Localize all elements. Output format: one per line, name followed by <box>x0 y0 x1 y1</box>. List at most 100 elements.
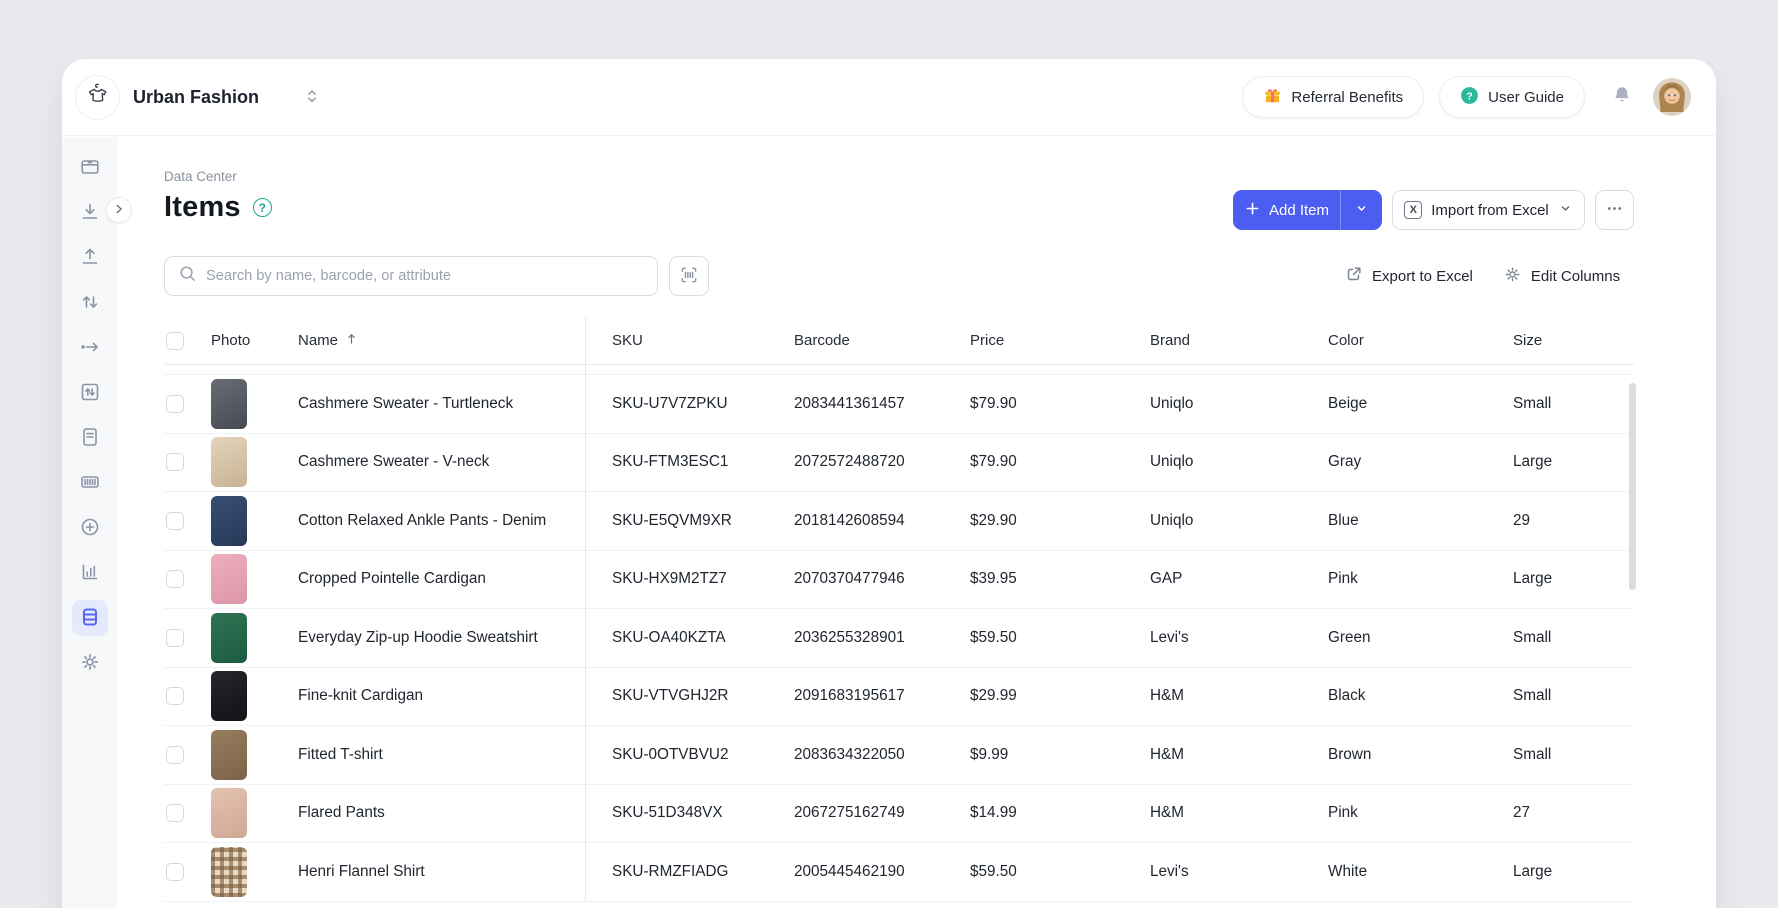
row-checkbox[interactable] <box>166 804 184 822</box>
user-guide-button[interactable]: ? User Guide <box>1439 76 1585 118</box>
table-row[interactable]: Fine-knit Cardigan SKU-VTVGHJ2R 20916831… <box>164 668 1634 727</box>
upload-icon <box>79 246 101 271</box>
move-out-icon <box>79 336 101 361</box>
item-brand: H&M <box>1123 746 1301 764</box>
export-to-excel-label: Export to Excel <box>1372 268 1473 285</box>
export-to-excel-button[interactable]: Export to Excel <box>1344 264 1473 288</box>
sidebar-item-upload[interactable] <box>72 240 108 276</box>
column-header-photo[interactable]: Photo <box>211 332 298 349</box>
column-header-size[interactable]: Size <box>1486 332 1634 349</box>
table-row[interactable]: Fitted T-shirt SKU-0OTVBVU2 208363432205… <box>164 726 1634 785</box>
column-header-name[interactable]: Name <box>298 331 585 350</box>
sidebar-item-stock-count[interactable] <box>72 375 108 411</box>
table-row[interactable]: Cashmere Sweater - V-neck SKU-FTM3ESC1 2… <box>164 434 1634 493</box>
item-brand: Levi's <box>1123 629 1301 647</box>
notifications-button[interactable] <box>1606 81 1638 113</box>
sidebar-item-transfer[interactable] <box>72 285 108 321</box>
row-checkbox[interactable] <box>166 629 184 647</box>
bell-icon <box>1610 84 1634 111</box>
row-checkbox[interactable] <box>166 863 184 881</box>
item-sku: SKU-51D348VX <box>585 804 767 822</box>
excel-file-icon: X <box>1404 201 1422 219</box>
item-barcode: 2018142608594 <box>767 512 943 530</box>
items-help-icon[interactable]: ? <box>253 198 272 217</box>
item-photo <box>211 379 247 429</box>
column-header-color[interactable]: Color <box>1301 332 1486 349</box>
table-row[interactable]: Cashmere Sweater - Turtleneck SKU-U7V7ZP… <box>164 375 1634 434</box>
row-checkbox[interactable] <box>166 687 184 705</box>
plus-icon <box>1244 200 1261 221</box>
item-size: Large <box>1486 863 1634 881</box>
table-row[interactable]: Cropped Pointelle Cardigan SKU-HX9M2TZ7 … <box>164 551 1634 610</box>
table-row[interactable]: Cotton Relaxed Ankle Pants - Denim SKU-E… <box>164 492 1634 551</box>
row-checkbox[interactable] <box>166 512 184 530</box>
item-barcode: 2005445462190 <box>767 863 943 881</box>
item-name: Cashmere Sweater - Turtleneck <box>298 395 585 413</box>
item-brand: Uniqlo <box>1123 512 1301 530</box>
item-sku: SKU-U7V7ZPKU <box>585 395 767 413</box>
scrolled-row-sliver <box>164 365 1634 375</box>
scan-barcode-button[interactable] <box>669 256 709 296</box>
table-header-row: Photo Name SKU Barcode Price Brand Color… <box>164 317 1634 365</box>
item-sku: SKU-HX9M2TZ7 <box>585 570 767 588</box>
page-title-row: Items ? <box>164 191 272 224</box>
row-checkbox[interactable] <box>166 453 184 471</box>
import-from-excel-button[interactable]: X Import from Excel <box>1392 190 1585 230</box>
column-header-price[interactable]: Price <box>943 332 1123 349</box>
edit-columns-button[interactable]: Edit Columns <box>1503 264 1620 288</box>
search-input[interactable] <box>206 268 644 284</box>
item-price: $29.90 <box>943 512 1123 530</box>
table-row[interactable]: Everyday Zip-up Hoodie Sweatshirt SKU-OA… <box>164 609 1634 668</box>
item-photo <box>211 437 247 487</box>
item-name: Fine-knit Cardigan <box>298 687 585 705</box>
ellipsis-icon <box>1606 200 1623 220</box>
item-color: Beige <box>1301 395 1486 413</box>
item-barcode: 2083441361457 <box>767 395 943 413</box>
app-window: Urban Fashion Re <box>62 59 1716 908</box>
stock-count-icon <box>79 381 101 406</box>
notes-icon <box>79 426 101 451</box>
sidebar-item-reports[interactable] <box>72 555 108 591</box>
sidebar-item-add[interactable] <box>72 510 108 546</box>
table-row[interactable]: Henri Flannel Shirt SKU-RMZFIADG 2005445… <box>164 843 1634 902</box>
item-barcode: 2072572488720 <box>767 453 943 471</box>
items-table: Photo Name SKU Barcode Price Brand Color… <box>164 317 1634 902</box>
add-item-button[interactable]: Add Item <box>1233 190 1382 230</box>
sidebar-item-move-out[interactable] <box>72 330 108 366</box>
app-logo <box>75 75 120 120</box>
sidebar-item-settings[interactable] <box>72 645 108 681</box>
add-item-label: Add Item <box>1269 202 1329 219</box>
tshirt-logo-icon <box>84 81 111 113</box>
sidebar-item-download[interactable] <box>72 195 108 231</box>
gear-icon <box>1503 265 1522 288</box>
add-item-dropdown[interactable] <box>1341 190 1382 230</box>
row-checkbox[interactable] <box>166 570 184 588</box>
sidebar-item-items[interactable] <box>72 600 108 636</box>
chevron-down-icon <box>1558 201 1573 220</box>
item-size: 29 <box>1486 512 1634 530</box>
column-header-barcode[interactable]: Barcode <box>767 332 943 349</box>
item-color: Black <box>1301 687 1486 705</box>
sidebar-item-notes[interactable] <box>72 420 108 456</box>
table-row[interactable]: Flared Pants SKU-51D348VX 2067275162749 … <box>164 785 1634 844</box>
item-photo <box>211 554 247 604</box>
user-avatar[interactable] <box>1653 78 1691 116</box>
gift-icon <box>1263 86 1282 109</box>
referral-benefits-button[interactable]: Referral Benefits <box>1242 76 1424 118</box>
workspace-name: Urban Fashion <box>133 87 259 108</box>
workspace-switcher[interactable] <box>303 87 321 108</box>
column-header-sku[interactable]: SKU <box>585 332 767 349</box>
table-scrollbar-thumb[interactable] <box>1629 383 1636 590</box>
sidebar-item-box[interactable] <box>72 150 108 186</box>
sidebar-expand-button[interactable] <box>106 197 132 223</box>
sidebar-item-barcode[interactable] <box>72 465 108 501</box>
row-checkbox[interactable] <box>166 746 184 764</box>
item-color: Pink <box>1301 804 1486 822</box>
column-header-brand[interactable]: Brand <box>1123 332 1301 349</box>
row-checkbox[interactable] <box>166 395 184 413</box>
page-title: Items <box>164 191 241 224</box>
select-all-checkbox[interactable] <box>166 332 184 350</box>
item-size: Small <box>1486 395 1634 413</box>
more-actions-button[interactable] <box>1595 190 1634 230</box>
item-photo <box>211 613 247 663</box>
